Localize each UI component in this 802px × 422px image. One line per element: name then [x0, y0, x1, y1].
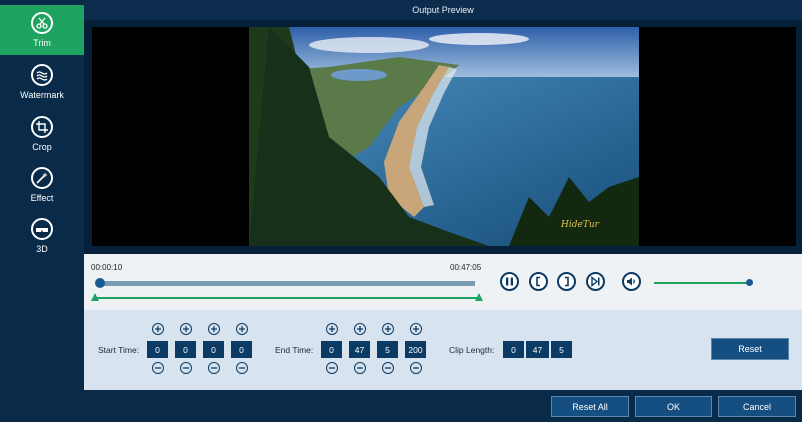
- sidebar-item-label: Watermark: [20, 90, 64, 100]
- end-time-hours-field[interactable]: 0: [321, 341, 342, 358]
- plus-icon[interactable]: [180, 323, 192, 335]
- video-watermark-text: HideTur: [560, 220, 600, 230]
- set-start-button[interactable]: [529, 272, 548, 291]
- reset-button[interactable]: Reset: [711, 338, 789, 360]
- sidebar-item-label: Crop: [32, 142, 52, 152]
- minus-icon[interactable]: [236, 362, 248, 374]
- watermark-icon: [31, 64, 53, 86]
- plus-icon[interactable]: [236, 323, 248, 335]
- trim-start-handle[interactable]: [91, 293, 99, 301]
- bracket-left-icon: [536, 276, 540, 287]
- start-time-minutes-field[interactable]: 0: [175, 341, 196, 358]
- next-frame-button[interactable]: [586, 272, 605, 291]
- minus-icon[interactable]: [180, 362, 192, 374]
- minus-icon[interactable]: [208, 362, 220, 374]
- bracket-right-icon: [565, 276, 569, 287]
- plus-icon[interactable]: [152, 323, 164, 335]
- end-time-minutes-field[interactable]: 47: [349, 341, 370, 358]
- progress-track[interactable]: [98, 281, 475, 286]
- plus-icon[interactable]: [208, 323, 220, 335]
- 3d-glasses-icon: [31, 218, 53, 240]
- window-title-text: Output Preview: [412, 5, 474, 15]
- plus-icon[interactable]: [354, 323, 366, 335]
- current-time: 00:00:10: [91, 263, 123, 272]
- sidebar-item-watermark[interactable]: Watermark: [0, 57, 84, 107]
- plus-icon[interactable]: [326, 323, 338, 335]
- start-time-hours-field[interactable]: 0: [147, 341, 168, 358]
- minus-icon[interactable]: [382, 362, 394, 374]
- trim-range-line: [95, 297, 480, 299]
- video-frame-image: HideTur: [249, 27, 639, 246]
- volume-slider-handle[interactable]: [746, 279, 753, 286]
- reset-all-button[interactable]: Reset All: [551, 396, 629, 417]
- end-time-seconds-field[interactable]: 5: [377, 341, 398, 358]
- sidebar-item-3d[interactable]: 3D: [0, 211, 84, 261]
- end-time-label: End Time:: [275, 345, 314, 355]
- sidebar-item-trim[interactable]: Trim: [0, 5, 84, 55]
- pause-icon: [506, 277, 513, 286]
- sidebar: Trim Watermark Crop Effect 3D: [0, 0, 84, 390]
- minus-icon[interactable]: [410, 362, 422, 374]
- plus-icon[interactable]: [410, 323, 422, 335]
- crop-icon: [31, 116, 53, 138]
- clip-length-minutes: 47: [526, 341, 549, 358]
- clip-length-seconds: 5: [551, 341, 572, 358]
- set-end-button[interactable]: [557, 272, 576, 291]
- sidebar-item-effect[interactable]: Effect: [0, 160, 84, 210]
- clip-length-hours: 0: [503, 341, 524, 358]
- magic-wand-icon: [31, 167, 53, 189]
- start-time-milliseconds-field[interactable]: 0: [231, 341, 252, 358]
- sidebar-item-crop[interactable]: Crop: [0, 109, 84, 159]
- next-frame-icon: [591, 276, 600, 287]
- trim-end-handle[interactable]: [475, 293, 483, 301]
- minus-icon[interactable]: [354, 362, 366, 374]
- pause-button[interactable]: [500, 272, 519, 291]
- ok-button[interactable]: OK: [635, 396, 712, 417]
- scissors-icon: [31, 12, 53, 34]
- minus-icon[interactable]: [326, 362, 338, 374]
- minus-icon[interactable]: [152, 362, 164, 374]
- volume-slider[interactable]: [654, 282, 750, 284]
- sidebar-item-label: Effect: [30, 193, 54, 203]
- video-preview[interactable]: HideTur: [92, 27, 796, 246]
- volume-button[interactable]: [622, 272, 641, 291]
- sidebar-item-label: Trim: [33, 38, 51, 48]
- speaker-icon: [627, 277, 635, 286]
- cancel-button[interactable]: Cancel: [718, 396, 796, 417]
- sidebar-item-label: 3D: [36, 244, 48, 254]
- end-time-milliseconds-field[interactable]: 200: [405, 341, 426, 358]
- window-title: Output Preview: [84, 0, 802, 20]
- clip-length-label: Clip Length:: [449, 345, 495, 355]
- plus-icon[interactable]: [382, 323, 394, 335]
- total-time: 00:47:05: [450, 263, 482, 272]
- start-time-seconds-field[interactable]: 0: [203, 341, 224, 358]
- start-time-label: Start Time:: [98, 345, 140, 355]
- progress-handle[interactable]: [95, 278, 105, 288]
